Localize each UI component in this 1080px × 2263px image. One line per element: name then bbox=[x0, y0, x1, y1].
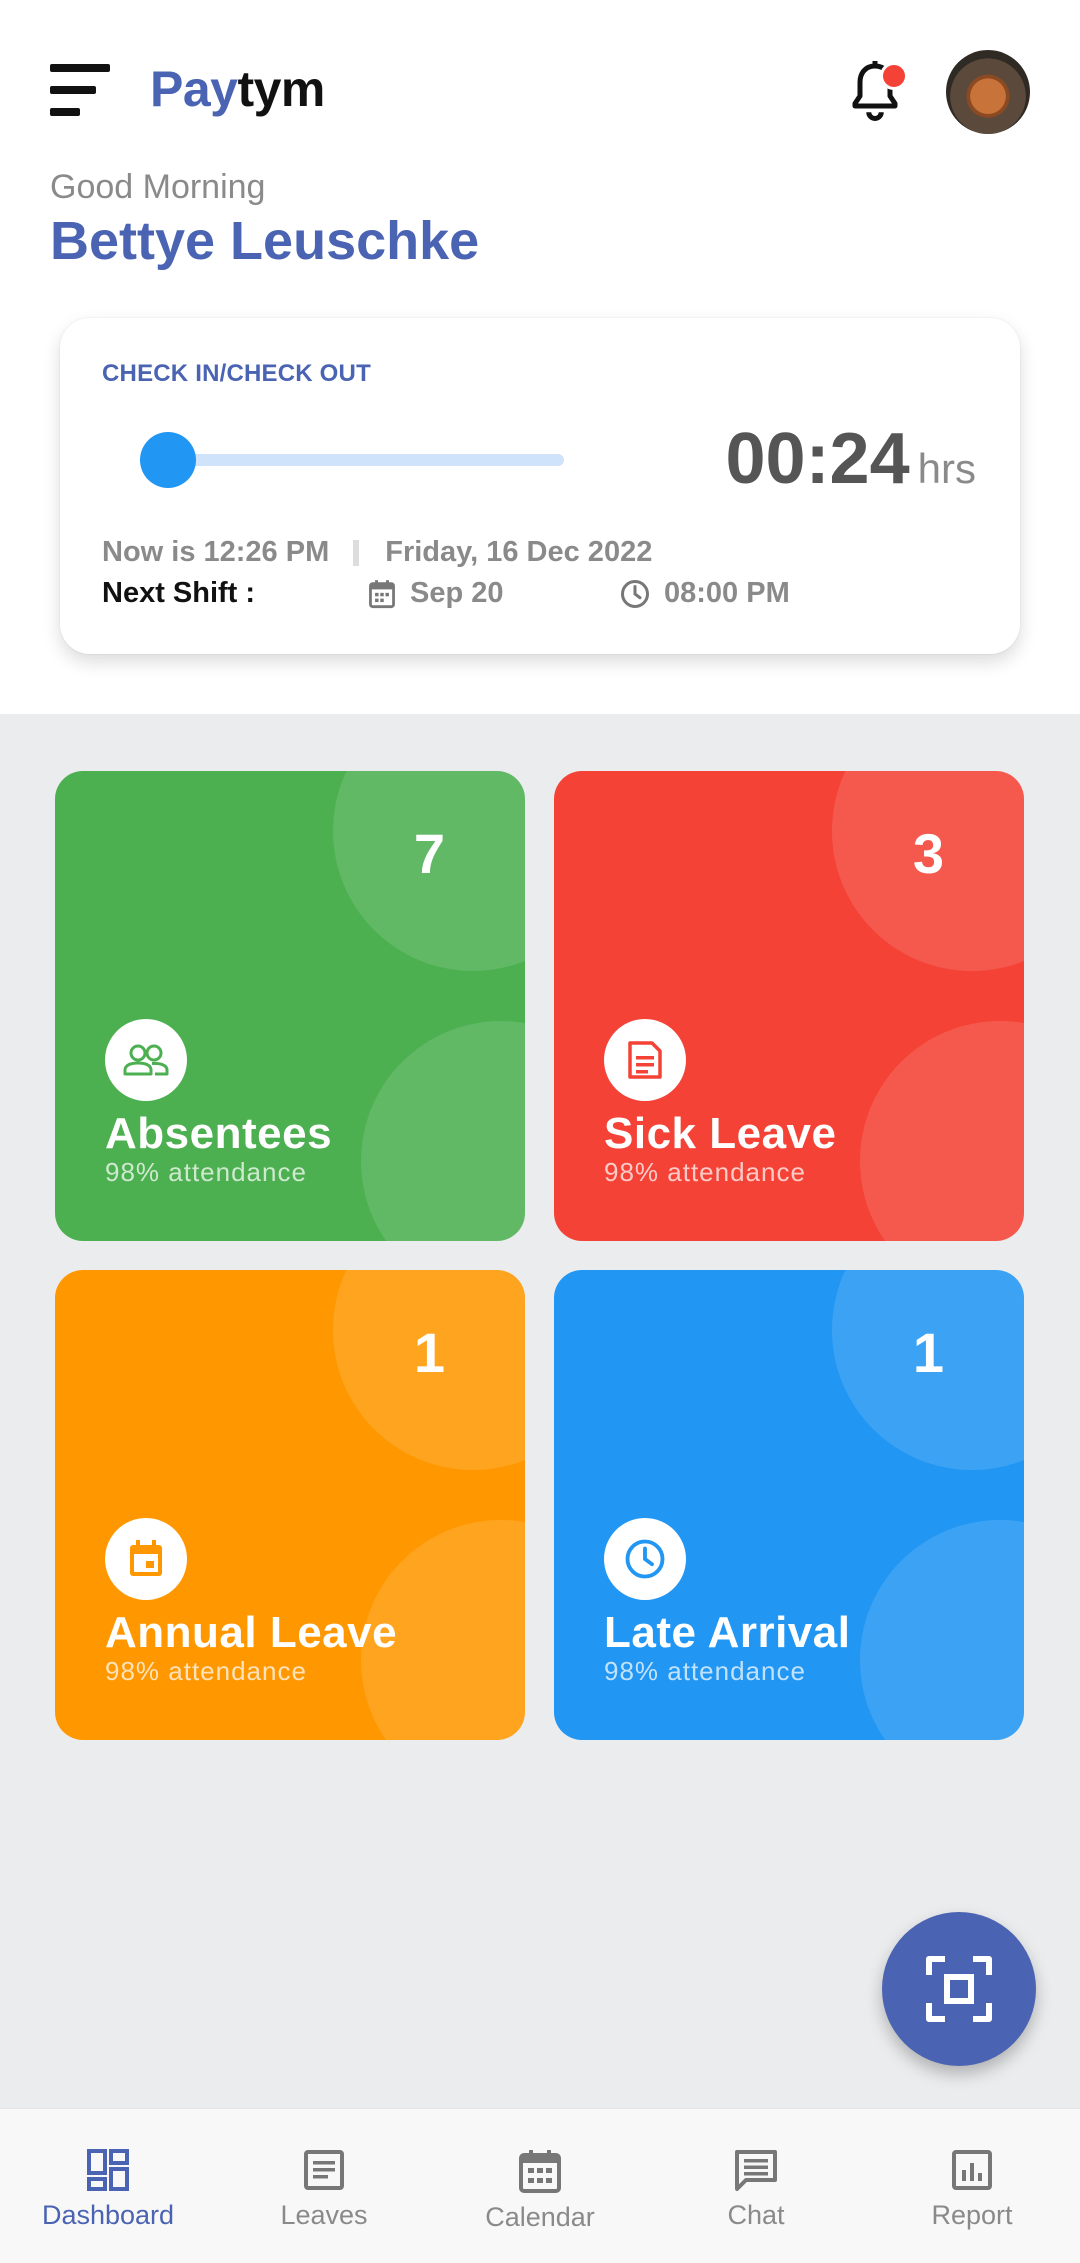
dashboard-area: 7 Absentees 98% attendance 3 Sick Leave … bbox=[0, 714, 1080, 2108]
timer-value: 00:24 bbox=[725, 419, 910, 499]
header: Paytym Good Morning Bettye Leuschke CHEC… bbox=[0, 0, 1080, 714]
clock-icon bbox=[621, 579, 649, 608]
nav-leaves[interactable]: Leaves bbox=[216, 2109, 432, 2263]
current-date: Friday, 16 Dec 2022 bbox=[385, 536, 653, 568]
report-icon bbox=[952, 2150, 992, 2190]
nav-label: Chat bbox=[727, 2200, 785, 2230]
tile-title: Late Arrival bbox=[604, 1608, 851, 1657]
tile-count: 3 bbox=[912, 822, 944, 885]
tile-title: Absentees bbox=[105, 1109, 333, 1158]
app-logo: Paytym bbox=[150, 60, 325, 118]
people-icon bbox=[105, 1019, 187, 1101]
next-shift-time-text: 08:00 PM bbox=[664, 577, 790, 609]
calendar-icon bbox=[369, 579, 395, 608]
dashboard-icon bbox=[87, 2149, 129, 2191]
timer-unit: hrs bbox=[917, 445, 976, 492]
nav-chat[interactable]: Chat bbox=[648, 2109, 864, 2263]
next-shift-label: Next Shift : bbox=[102, 577, 256, 609]
tile-sick-leave[interactable]: 3 Sick Leave 98% attendance bbox=[554, 771, 1024, 1241]
nav-label: Calendar bbox=[485, 2202, 595, 2232]
brand-part-pay: Pay bbox=[150, 61, 238, 117]
nav-label: Report bbox=[931, 2200, 1013, 2230]
tile-subtitle: 98% attendance bbox=[604, 1656, 806, 1686]
timer: 00:24 hrs bbox=[725, 418, 976, 500]
calendar-icon bbox=[519, 2150, 561, 2193]
checkin-card: CHECK IN/CHECK OUT 00:24 hrs Now is 12:26… bbox=[60, 318, 1020, 654]
notification-dot bbox=[880, 62, 908, 90]
tile-title: Annual Leave bbox=[105, 1608, 398, 1657]
checkin-slider-handle[interactable] bbox=[140, 432, 196, 488]
tile-subtitle: 98% attendance bbox=[105, 1157, 307, 1187]
calendar-icon bbox=[105, 1518, 187, 1600]
checkin-title: CHECK IN/CHECK OUT bbox=[102, 360, 371, 387]
menu-icon[interactable] bbox=[50, 62, 110, 122]
tile-absentees[interactable]: 7 Absentees 98% attendance bbox=[55, 771, 525, 1241]
greeting-text: Good Morning bbox=[50, 168, 266, 206]
tile-subtitle: 98% attendance bbox=[604, 1157, 806, 1187]
decor-circle bbox=[860, 1021, 1024, 1241]
scan-button[interactable] bbox=[882, 1912, 1036, 2066]
tile-late-arrival[interactable]: 1 Late Arrival 98% attendance bbox=[554, 1270, 1024, 1740]
scan-icon bbox=[926, 1956, 992, 2022]
document-icon bbox=[604, 1019, 686, 1101]
checkin-slider-track[interactable] bbox=[170, 454, 564, 466]
tile-count: 1 bbox=[912, 1321, 944, 1384]
chat-icon bbox=[735, 2150, 777, 2191]
clock-icon bbox=[604, 1518, 686, 1600]
nav-label: Leaves bbox=[280, 2200, 368, 2230]
decor-circle bbox=[860, 1520, 1024, 1740]
tile-annual-leave[interactable]: 1 Annual Leave 98% attendance bbox=[55, 1270, 525, 1740]
decor-circle bbox=[361, 1021, 525, 1241]
nav-dashboard[interactable]: Dashboard bbox=[0, 2109, 216, 2263]
current-time-line: Now is 12:26 PM Friday, 16 Dec 2022 bbox=[102, 536, 652, 569]
divider bbox=[353, 540, 360, 567]
nav-report[interactable]: Report bbox=[864, 2109, 1080, 2263]
tile-subtitle: 98% attendance bbox=[105, 1656, 307, 1686]
tile-count: 7 bbox=[413, 822, 445, 885]
next-shift-date-text: Sep 20 bbox=[410, 577, 504, 609]
tile-title: Sick Leave bbox=[604, 1109, 837, 1158]
tile-count: 1 bbox=[413, 1321, 445, 1384]
nav-calendar[interactable]: Calendar bbox=[432, 2109, 648, 2263]
current-time: Now is 12:26 PM bbox=[102, 536, 330, 568]
bottom-navigation: Dashboard Leaves Calendar Chat Report bbox=[0, 2108, 1080, 2263]
user-name: Bettye Leuschke bbox=[50, 211, 480, 271]
next-shift-time: 08:00 PM bbox=[620, 577, 790, 610]
avatar[interactable] bbox=[946, 50, 1030, 134]
nav-label: Dashboard bbox=[41, 2200, 175, 2230]
next-shift-date: Sep 20 bbox=[368, 577, 504, 610]
brand-part-tym: tym bbox=[237, 61, 325, 117]
leaves-icon bbox=[304, 2150, 344, 2190]
